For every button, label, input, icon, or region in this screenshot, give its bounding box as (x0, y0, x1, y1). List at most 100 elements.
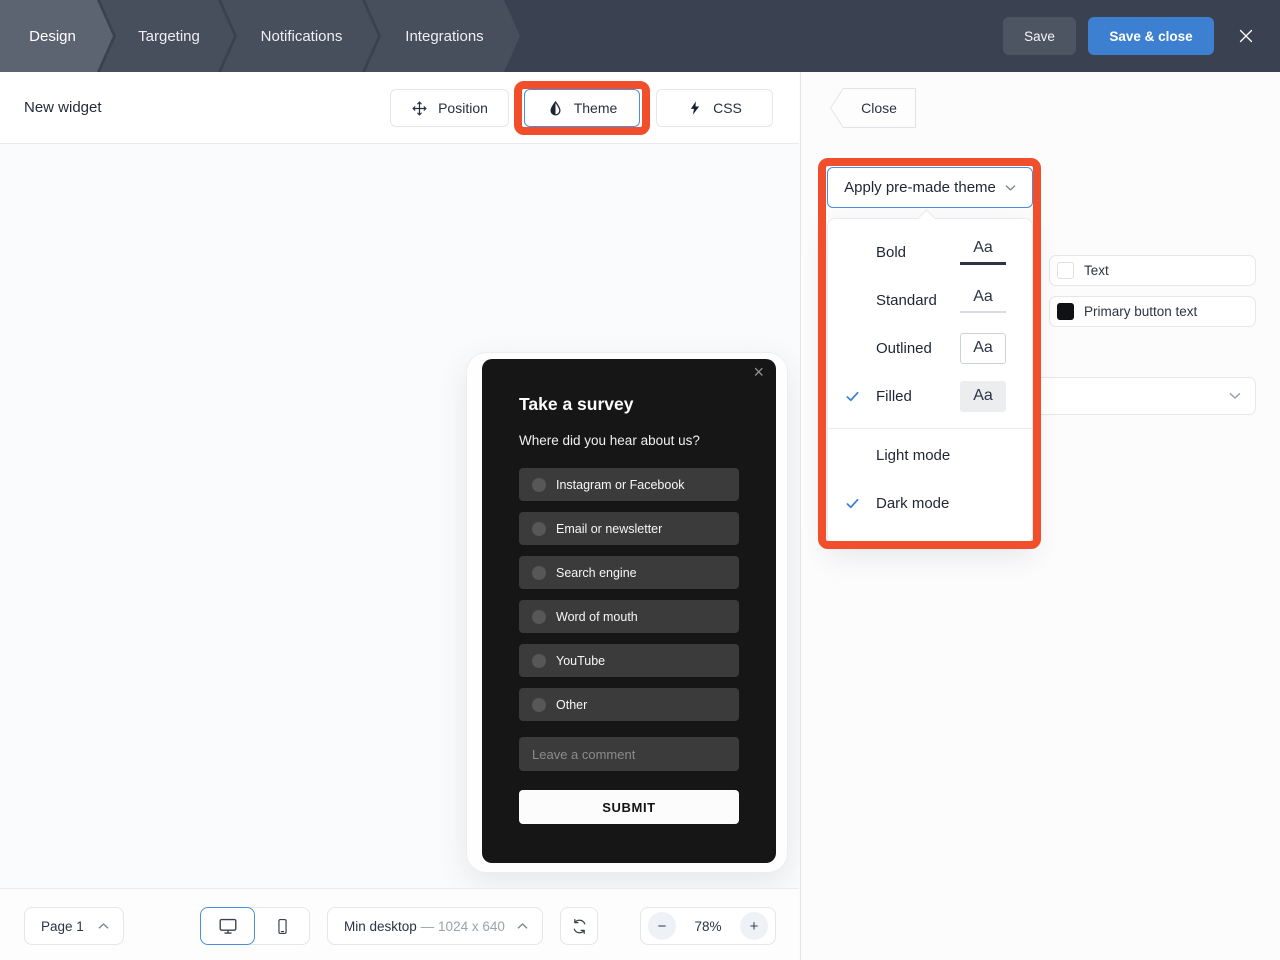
light-mode-option[interactable]: Light mode (828, 431, 1032, 479)
tab-targeting-label: Targeting (138, 28, 200, 45)
position-button[interactable]: Position (390, 89, 509, 127)
lightning-icon (687, 100, 703, 116)
preview-canvas: × Take a survey Where did you hear about… (0, 144, 799, 888)
apply-premade-theme-label: Apply pre-made theme (844, 179, 996, 196)
text-color-label: Text (1084, 263, 1109, 278)
theme-style-outlined-label: Outlined (876, 340, 958, 357)
move-icon (411, 100, 428, 117)
widget-close-icon[interactable]: × (753, 363, 764, 381)
theme-button[interactable]: Theme (524, 89, 640, 127)
close-editor-icon[interactable] (1234, 24, 1258, 48)
css-button[interactable]: CSS (656, 89, 773, 127)
style-preview-outlined: Aa (973, 339, 993, 357)
page-selector[interactable]: Page 1 (24, 907, 124, 945)
style-preview-standard: Aa (960, 288, 1006, 313)
check-icon (845, 389, 876, 404)
droplet-contrast-icon (547, 100, 564, 117)
survey-question: Where did you hear about us? (519, 433, 700, 448)
survey-option[interactable]: YouTube (519, 644, 739, 677)
tab-notifications-label: Notifications (261, 28, 343, 45)
survey-options: Instagram or Facebook Email or newslette… (519, 468, 739, 732)
primary-button-text-color-label: Primary button text (1084, 304, 1197, 319)
radio-icon (532, 522, 546, 536)
radio-icon (532, 566, 546, 580)
check-icon (845, 496, 876, 511)
tab-integrations[interactable]: Integrations (365, 0, 520, 72)
comment-input[interactable]: Leave a comment (519, 737, 739, 771)
mobile-view-button[interactable] (255, 908, 309, 944)
survey-option[interactable]: Word of mouth (519, 600, 739, 633)
tab-notifications[interactable]: Notifications (221, 0, 378, 72)
position-label: Position (438, 100, 488, 116)
theme-style-standard[interactable]: Standard Aa (828, 276, 1032, 324)
device-toggle (200, 907, 310, 945)
apply-premade-theme-button[interactable]: Apply pre-made theme (827, 167, 1033, 208)
widget-preview-frame: × Take a survey Where did you hear about… (466, 352, 788, 873)
chevron-down-icon (1229, 392, 1241, 400)
save-button[interactable]: Save (1003, 17, 1076, 55)
theme-style-standard-label: Standard (876, 292, 958, 309)
step-tabs: Design Targeting Notifications Integrati… (0, 0, 520, 72)
survey-title: Take a survey (519, 394, 633, 415)
page-title: New widget (24, 72, 102, 143)
style-preview-bold: Aa (960, 239, 1006, 265)
popup-caret (917, 209, 935, 227)
theme-label: Theme (574, 100, 618, 116)
refresh-icon (570, 917, 589, 936)
theme-style-filled-label: Filled (876, 388, 958, 405)
tab-targeting[interactable]: Targeting (100, 0, 234, 72)
survey-option[interactable]: Instagram or Facebook (519, 468, 739, 501)
viewport-size-selector[interactable]: Min desktop — 1024 x 640 (327, 907, 543, 945)
zoom-in-button[interactable]: + (740, 912, 768, 940)
theme-style-bold[interactable]: Bold Aa (828, 228, 1032, 276)
close-panel-label: Close (861, 100, 897, 116)
page-selector-label: Page 1 (41, 919, 84, 934)
zoom-control: − 78% + (640, 907, 776, 945)
css-label: CSS (713, 100, 742, 116)
radio-icon (532, 478, 546, 492)
zoom-level: 78% (694, 919, 721, 934)
premade-theme-dropdown: Bold Aa Standard Aa Outlined Aa Filled A… (827, 218, 1033, 544)
theme-style-outlined[interactable]: Outlined Aa (828, 324, 1032, 372)
light-mode-label: Light mode (876, 447, 1032, 464)
mobile-icon (273, 917, 292, 936)
radio-icon (532, 698, 546, 712)
text-color-swatch (1057, 262, 1074, 279)
popup-divider (828, 428, 1032, 429)
dark-mode-label: Dark mode (876, 495, 1032, 512)
theme-settings-panel: Close Text Primary button text Apply pre… (800, 72, 1280, 960)
desktop-icon (217, 915, 239, 937)
desktop-view-button[interactable] (200, 907, 255, 945)
survey-widget-preview: × Take a survey Where did you hear about… (482, 359, 776, 863)
close-panel-button[interactable]: Close (830, 88, 916, 128)
viewport-size-value: — 1024 x 640 (421, 919, 517, 934)
theme-style-filled[interactable]: Filled Aa (828, 372, 1032, 420)
tab-design-label: Design (29, 28, 76, 45)
chevron-up-icon (517, 922, 528, 930)
viewport-size-label: Min desktop (344, 919, 417, 934)
style-preview-filled: Aa (973, 387, 993, 405)
tab-design[interactable]: Design (0, 0, 113, 72)
zoom-out-button[interactable]: − (648, 912, 676, 940)
color-setting-primary-button-text[interactable]: Primary button text (1049, 296, 1256, 327)
topbar-actions: Save Save & close (1003, 0, 1258, 72)
color-setting-text[interactable]: Text (1049, 255, 1256, 286)
dark-mode-option[interactable]: Dark mode (828, 479, 1032, 527)
chevron-down-icon (1005, 184, 1016, 192)
bottom-bar: Page 1 Min desktop — 1024 x 640 (0, 888, 799, 960)
widget-editor: Design Targeting Notifications Integrati… (0, 0, 1280, 960)
radio-icon (532, 610, 546, 624)
save-and-close-button[interactable]: Save & close (1088, 17, 1214, 55)
design-toolbar: New widget Position Theme (0, 72, 799, 144)
survey-option[interactable]: Email or newsletter (519, 512, 739, 545)
survey-option[interactable]: Other (519, 688, 739, 721)
survey-option[interactable]: Search engine (519, 556, 739, 589)
primary-button-text-color-swatch (1057, 303, 1074, 320)
theme-style-bold-label: Bold (876, 244, 958, 261)
submit-button[interactable]: SUBMIT (519, 790, 739, 824)
top-bar: Design Targeting Notifications Integrati… (0, 0, 1280, 72)
refresh-preview-button[interactable] (560, 907, 598, 945)
chevron-up-icon (98, 922, 109, 930)
radio-icon (532, 654, 546, 668)
tab-integrations-label: Integrations (405, 28, 483, 45)
